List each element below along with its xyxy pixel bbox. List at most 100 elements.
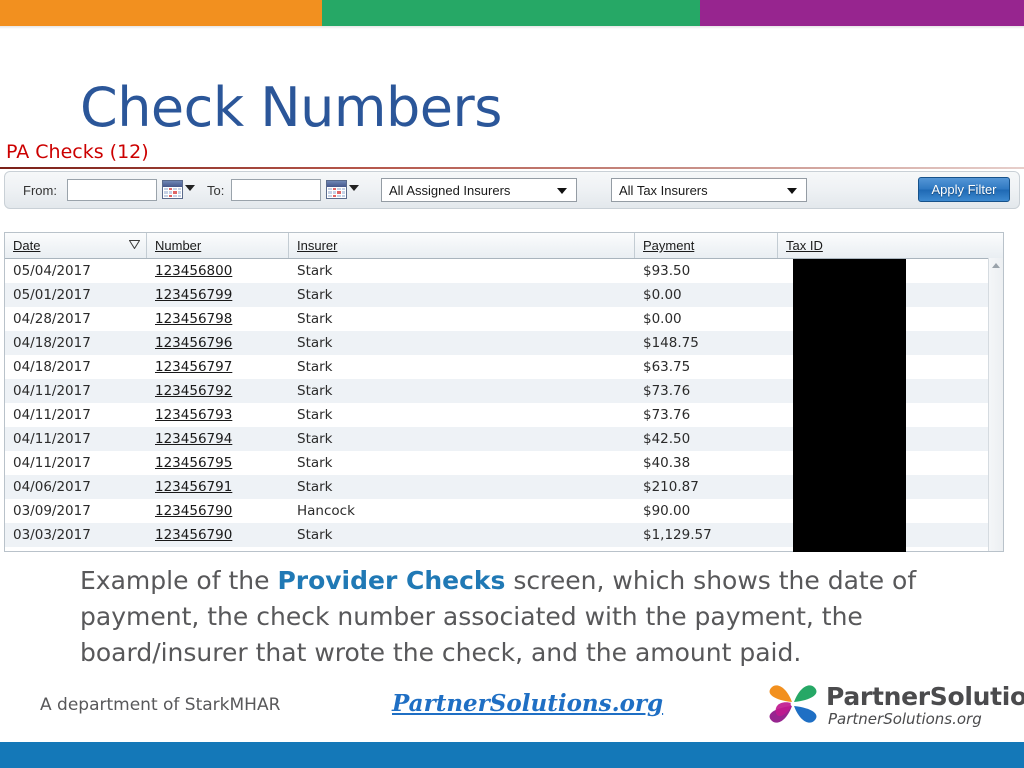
page-title: Check Numbers — [80, 76, 502, 139]
cell-insurer: Stark — [297, 335, 333, 351]
cell-payment: $63.75 — [643, 359, 691, 375]
cell-payment: $40.38 — [643, 455, 691, 471]
cell-insurer: Stark — [297, 431, 333, 447]
chevron-down-icon — [787, 188, 797, 194]
to-calendar-dropdown-arrow-icon[interactable] — [349, 185, 359, 191]
check-number-link[interactable]: 123456790 — [155, 527, 232, 543]
pinwheel-butterfly-logo-icon — [769, 685, 817, 723]
top-bar-segment-purple — [700, 0, 1024, 26]
cell-date: 04/06/2017 — [13, 479, 91, 495]
check-number-link[interactable]: 123456798 — [155, 311, 232, 327]
cell-insurer: Stark — [297, 407, 333, 423]
check-number-link[interactable]: 123456791 — [155, 479, 232, 495]
tax-insurers-select[interactable]: All Tax Insurers — [611, 178, 807, 202]
cell-payment: $148.75 — [643, 335, 699, 351]
cell-payment: $0.00 — [643, 311, 682, 327]
title-divider — [0, 167, 1024, 169]
cell-number[interactable]: 123456790 — [147, 503, 289, 519]
cell-insurer: Stark — [297, 263, 333, 279]
cell-payment: $1,129.57 — [643, 527, 712, 543]
column-header-payment[interactable]: Payment — [635, 233, 778, 258]
cell-date: 03/03/2017 — [13, 527, 91, 543]
caption-text: Example of the Provider Checks screen, w… — [80, 563, 960, 671]
column-header-insurer[interactable]: Insurer — [289, 233, 635, 258]
top-bar-segment-orange — [0, 0, 322, 26]
from-calendar-icon[interactable] — [162, 180, 183, 199]
caption-highlight: Provider Checks — [277, 566, 506, 595]
cell-number[interactable]: 123456799 — [147, 287, 289, 303]
from-date-input[interactable] — [67, 179, 157, 201]
tax-id-redaction-box — [793, 259, 906, 552]
app-screenshot: PA Checks (12) From: To: All Assigned In… — [0, 138, 1024, 558]
apply-filter-button[interactable]: Apply Filter — [918, 177, 1010, 202]
check-number-link[interactable]: 123456796 — [155, 335, 232, 351]
cell-number[interactable]: 123456791 — [147, 479, 289, 495]
cell-insurer: Stark — [297, 311, 333, 327]
cell-number[interactable]: 123456790 — [147, 527, 289, 543]
from-calendar-dropdown-arrow-icon[interactable] — [185, 185, 195, 191]
check-number-link[interactable]: 123456797 — [155, 359, 232, 375]
cell-payment: $0.00 — [643, 287, 682, 303]
cell-payment: $73.76 — [643, 407, 691, 423]
cell-insurer: Stark — [297, 527, 333, 543]
from-label: From: — [23, 183, 57, 198]
filter-toolbar: From: To: All Assigned Insurers All Tax … — [4, 171, 1020, 209]
column-header-date[interactable]: Date — [5, 233, 147, 258]
cell-number[interactable]: 123456798 — [147, 311, 289, 327]
cell-payment: $42.50 — [643, 431, 691, 447]
scroll-up-arrow-icon[interactable] — [992, 263, 1000, 268]
cell-date: 03/09/2017 — [13, 503, 91, 519]
cell-number[interactable]: 123456793 — [147, 407, 289, 423]
checks-table: Date Number Insurer Payment Tax ID 05/04… — [4, 232, 1004, 552]
table-body: 05/04/2017 123456800 Stark $93.50 05/01/2017… — [5, 259, 1003, 552]
department-text: A department of StarkMHAR — [40, 695, 281, 715]
check-number-link[interactable]: 123456793 — [155, 407, 232, 423]
cell-date: 04/11/2017 — [13, 455, 91, 471]
bottom-color-bar — [0, 742, 1024, 768]
check-number-link[interactable]: 123456790 — [155, 503, 232, 519]
partnersolutions-logo: PartnerSolutions PartnerSolutions.org — [766, 680, 1024, 732]
cell-payment: $73.76 — [643, 383, 691, 399]
check-number-link[interactable]: 123456794 — [155, 431, 232, 447]
decorative-top-color-bar — [0, 0, 1024, 26]
caption-part-1: Example of the — [80, 566, 278, 595]
check-number-link[interactable]: 123456792 — [155, 383, 232, 399]
top-bar-segment-green — [322, 0, 700, 26]
to-calendar-icon[interactable] — [326, 180, 347, 199]
assigned-insurers-select[interactable]: All Assigned Insurers — [381, 178, 577, 202]
cell-payment: $93.50 — [643, 263, 691, 279]
to-date-input[interactable] — [231, 179, 321, 201]
cell-date: 04/11/2017 — [13, 383, 91, 399]
cell-payment: $90.00 — [643, 503, 691, 519]
cell-number[interactable]: 123456794 — [147, 431, 289, 447]
cell-number[interactable]: 123456796 — [147, 335, 289, 351]
table-vertical-scrollbar[interactable] — [988, 258, 1003, 551]
logo-wordmark: PartnerSolutions — [826, 682, 1024, 711]
logo-tagline: PartnerSolutions.org — [828, 710, 982, 728]
cell-date: 04/18/2017 — [13, 359, 91, 375]
cell-date: 04/18/2017 — [13, 335, 91, 351]
table-header-row: Date Number Insurer Payment Tax ID — [5, 233, 1003, 259]
partnersolutions-link[interactable]: PartnerSolutions.org — [392, 690, 663, 717]
check-number-link[interactable]: 123456799 — [155, 287, 232, 303]
check-number-link[interactable]: 123456800 — [155, 263, 232, 279]
cell-insurer: Stark — [297, 359, 333, 375]
cell-insurer: Stark — [297, 479, 333, 495]
sort-descending-icon — [129, 240, 140, 249]
cell-number[interactable]: 123456800 — [147, 263, 289, 279]
cell-date: 05/01/2017 — [13, 287, 91, 303]
to-label: To: — [207, 183, 225, 198]
cell-insurer: Stark — [297, 287, 333, 303]
tax-insurers-value: All Tax Insurers — [619, 182, 708, 198]
cell-number[interactable]: 123456792 — [147, 383, 289, 399]
check-number-link[interactable]: 123456795 — [155, 455, 232, 471]
column-header-number[interactable]: Number — [147, 233, 289, 258]
cell-date: 05/04/2017 — [13, 263, 91, 279]
cell-date: 04/11/2017 — [13, 407, 91, 423]
cell-number[interactable]: 123456795 — [147, 455, 289, 471]
cell-number[interactable]: 123456797 — [147, 359, 289, 375]
top-bar-shadow — [0, 26, 1024, 29]
cell-insurer: Stark — [297, 383, 333, 399]
column-header-tax-id[interactable]: Tax ID — [778, 233, 1003, 258]
assigned-insurers-value: All Assigned Insurers — [389, 182, 511, 198]
